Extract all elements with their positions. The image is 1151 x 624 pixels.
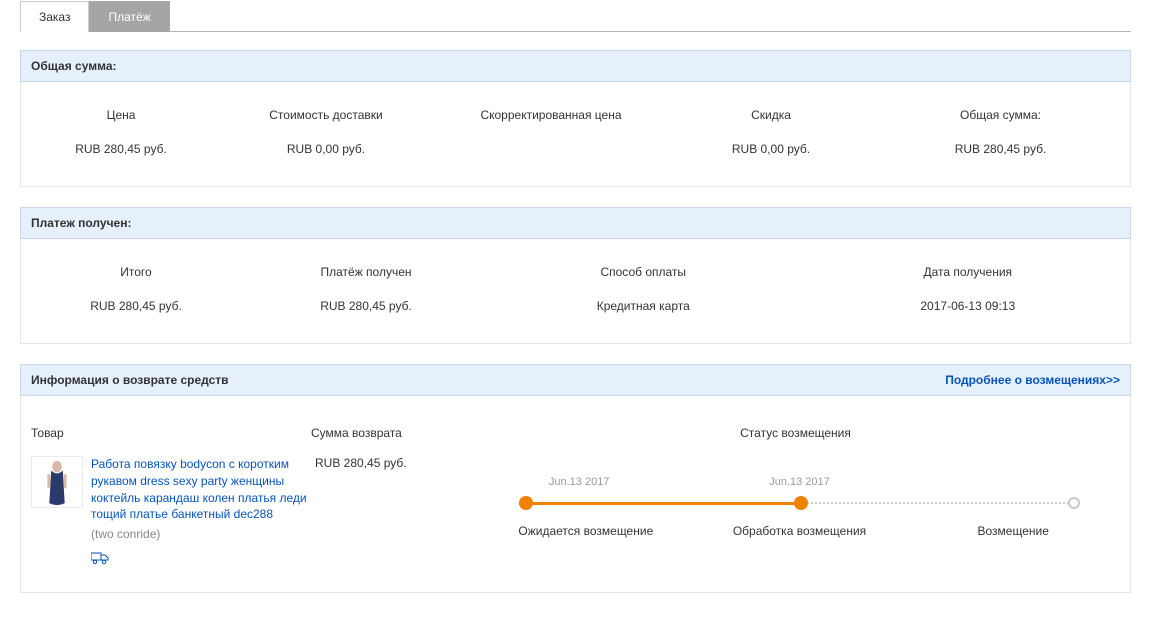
col-amount-header: Сумма возврата: [311, 426, 471, 440]
col-shipping-header: Стоимость доставки: [221, 98, 431, 132]
timeline-date-3: [910, 476, 1130, 488]
val-shipping: RUB 0,00 руб.: [221, 132, 431, 166]
panel-refund: Информация о возврате средств Подробнее …: [20, 364, 1131, 593]
tab-order[interactable]: Заказ: [20, 1, 89, 32]
refund-amount: RUB 280,45 руб.: [315, 456, 475, 568]
timeline-node-3: [1068, 497, 1080, 509]
timeline-node-2: [794, 496, 808, 510]
truck-icon[interactable]: [91, 551, 311, 568]
panel-payment-received: Платеж получен: Итого Платёж получен Спо…: [20, 207, 1131, 344]
timeline-label-3: Возмещение: [906, 524, 1120, 538]
refund-more-link[interactable]: Подробнее о возмещениях>>: [945, 373, 1120, 387]
col-status-header: Статус возмещения: [471, 426, 1120, 440]
tabs: Заказ Платёж: [20, 0, 1131, 32]
val-grand: RUB 280,45 руб.: [21, 289, 251, 323]
col-received-header: Платёж получен: [251, 255, 481, 289]
product-cell: Работа повязку bodycon с коротким рукаво…: [31, 456, 311, 568]
val-method: Кредитная карта: [481, 289, 806, 323]
product-thumbnail[interactable]: [31, 456, 83, 508]
timeline-label-1: Ожидается возмещение: [479, 524, 693, 538]
panel-paid-title: Платеж получен:: [31, 216, 131, 230]
val-received: RUB 280,45 руб.: [251, 289, 481, 323]
val-adjusted: [431, 132, 671, 166]
col-method-header: Способ оплаты: [481, 255, 806, 289]
refund-timeline: Jun.13 2017 Jun.13 2017: [479, 456, 1120, 568]
col-date-header: Дата получения: [806, 255, 1131, 289]
panel-total-title: Общая сумма:: [31, 59, 116, 73]
timeline-date-2: Jun.13 2017: [689, 476, 909, 488]
val-discount: RUB 0,00 руб.: [671, 132, 871, 166]
product-title-link[interactable]: Работа повязку bodycon с коротким рукаво…: [91, 456, 311, 523]
timeline-node-1: [519, 496, 533, 510]
val-price: RUB 280,45 руб.: [21, 132, 221, 166]
col-total-header: Общая сумма:: [871, 98, 1130, 132]
col-adjusted-header: Скорректированная цена: [431, 98, 671, 132]
timeline-label-2: Обработка возмещения: [693, 524, 907, 538]
val-total: RUB 280,45 руб.: [871, 132, 1130, 166]
panel-total: Общая сумма: Цена Стоимость доставки Ско…: [20, 50, 1131, 187]
col-grand-header: Итого: [21, 255, 251, 289]
product-seller: (two conride): [91, 527, 311, 541]
tab-payment[interactable]: Платёж: [89, 1, 169, 32]
col-discount-header: Скидка: [671, 98, 871, 132]
panel-refund-title: Информация о возврате средств: [31, 373, 229, 387]
timeline-date-1: Jun.13 2017: [469, 476, 689, 488]
val-date: 2017-06-13 09:13: [806, 289, 1131, 323]
col-product-header: Товар: [31, 426, 311, 440]
col-price-header: Цена: [21, 98, 221, 132]
